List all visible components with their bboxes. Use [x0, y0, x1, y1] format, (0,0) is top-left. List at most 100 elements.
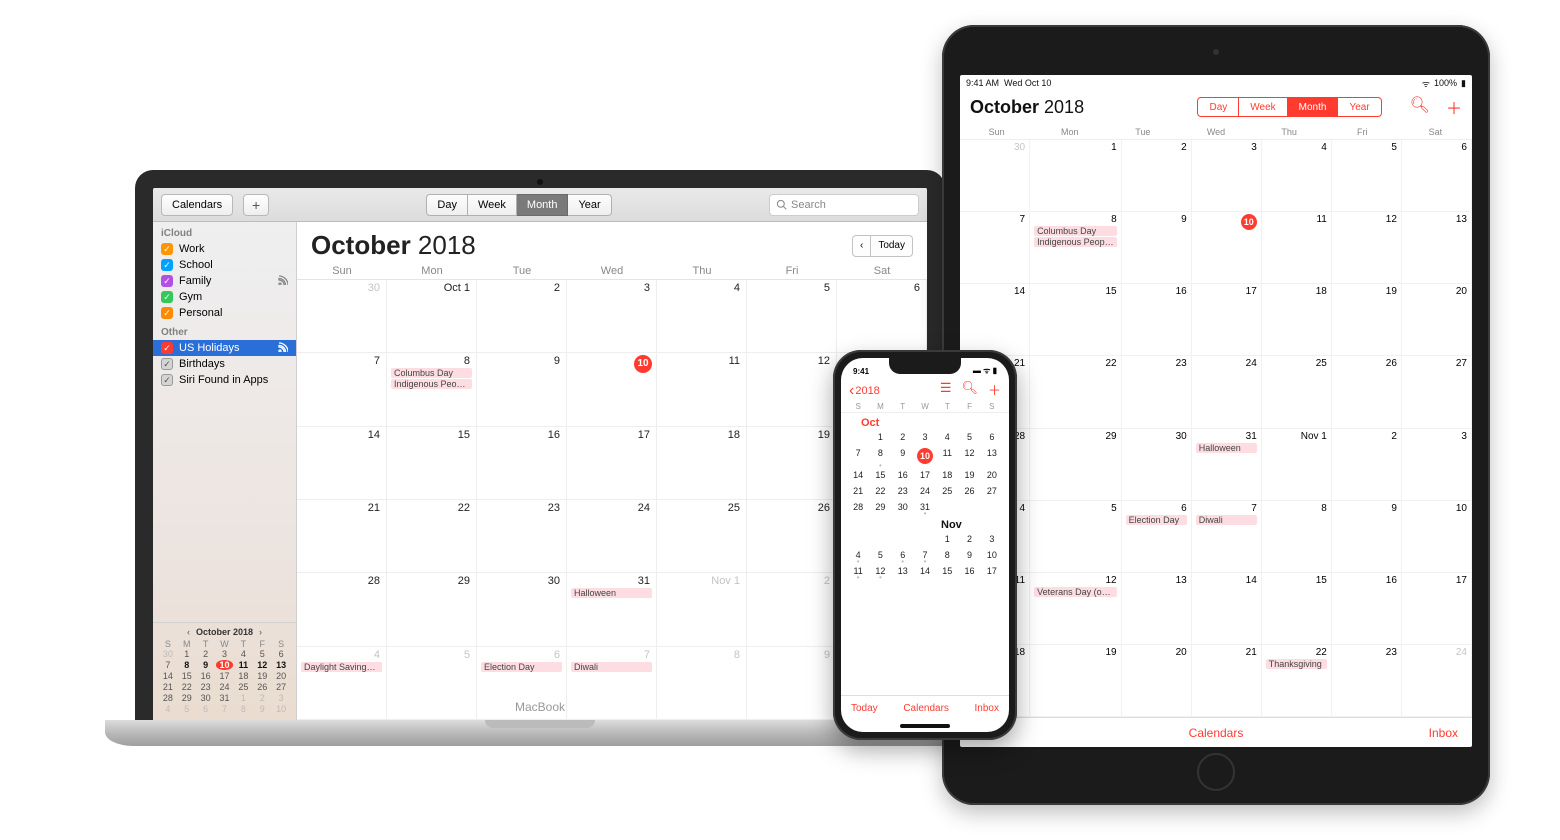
calendar-day[interactable]: 6 [1402, 140, 1472, 212]
calendar-day[interactable]: 28 [847, 499, 869, 515]
mini-day[interactable]: 27 [272, 682, 290, 692]
mini-day[interactable]: 6 [272, 649, 290, 659]
mini-day[interactable]: 20 [272, 671, 290, 681]
calendar-day[interactable]: 30 [960, 140, 1030, 212]
event-pill[interactable]: Columbus Day [391, 368, 472, 378]
mini-day[interactable]: 23 [197, 682, 215, 692]
calendar-day[interactable]: 26 [1332, 356, 1402, 428]
calendar-checkbox[interactable]: ✓ [161, 342, 173, 354]
calendar-day[interactable] [869, 531, 891, 547]
calendar-day[interactable]: 19 [1332, 284, 1402, 356]
mini-day[interactable]: 12 [253, 660, 271, 670]
calendar-day[interactable]: 24 [1192, 356, 1262, 428]
calendar-day[interactable]: 24 [1402, 645, 1472, 717]
calendar-day[interactable]: 12 [958, 445, 980, 467]
calendar-day[interactable]: 8 [657, 647, 747, 720]
add-calendar-button[interactable]: + [243, 194, 269, 216]
sidebar-item-personal[interactable]: ✓Personal [153, 305, 296, 321]
calendar-day[interactable]: 4Daylight Saving… [297, 647, 387, 720]
calendar-day[interactable]: 23 [1122, 356, 1192, 428]
mini-day[interactable]: 7 [159, 660, 177, 670]
calendar-day[interactable]: 9 [477, 353, 567, 426]
calendars-link[interactable]: Calendars [903, 703, 949, 714]
mini-day[interactable]: 4 [159, 704, 177, 714]
mini-day[interactable]: 29 [178, 693, 196, 703]
mini-day[interactable]: 3 [216, 649, 234, 659]
calendar-day[interactable]: 5 [387, 647, 477, 720]
calendar-day[interactable]: 23 [477, 500, 567, 573]
mini-day[interactable]: 11 [234, 660, 252, 670]
view-tab-year[interactable]: Year [568, 194, 611, 216]
calendar-day[interactable]: 9 [1122, 212, 1192, 284]
calendar-day[interactable]: 31Halloween [1192, 429, 1262, 501]
calendar-day[interactable]: 16 [1332, 573, 1402, 645]
prev-month-button[interactable]: ‹ [852, 235, 871, 257]
ipad-home-button[interactable] [1197, 753, 1235, 791]
calendar-day[interactable]: 17 [981, 563, 1003, 579]
mini-day[interactable]: 5 [253, 649, 271, 659]
calendar-day[interactable]: 10 [914, 445, 936, 467]
calendar-day[interactable]: 21 [847, 483, 869, 499]
mini-day[interactable]: 26 [253, 682, 271, 692]
search-input[interactable]: Search [769, 194, 919, 216]
mini-day[interactable]: 13 [272, 660, 290, 670]
today-link[interactable]: Today [851, 703, 878, 714]
calendar-day[interactable]: 21 [297, 500, 387, 573]
calendar-checkbox[interactable]: ✓ [161, 374, 173, 386]
calendars-link[interactable]: Calendars [1189, 726, 1244, 740]
mini-day[interactable]: 28 [159, 693, 177, 703]
calendar-day[interactable]: 17 [567, 427, 657, 500]
calendar-day[interactable]: 15 [936, 563, 958, 579]
mini-day[interactable]: 8 [178, 660, 196, 670]
calendar-day[interactable]: 20 [981, 467, 1003, 483]
calendar-day[interactable]: 8Columbus DayIndigenous Peo… [387, 353, 477, 426]
calendar-day[interactable]: 13 [892, 563, 914, 579]
calendar-day[interactable] [936, 499, 958, 515]
calendar-day[interactable]: 4 [936, 429, 958, 445]
calendar-checkbox[interactable]: ✓ [161, 307, 173, 319]
calendar-day[interactable]: 13 [1402, 212, 1472, 284]
calendar-day[interactable]: 4 [1262, 140, 1332, 212]
calendar-day[interactable]: 4 [657, 280, 747, 353]
event-pill[interactable]: Diwali [1196, 515, 1257, 525]
calendar-day[interactable]: 30 [297, 280, 387, 353]
calendar-day[interactable]: 25 [1262, 356, 1332, 428]
calendar-day[interactable]: 20 [1122, 645, 1192, 717]
sidebar-item-family[interactable]: ✓Family [153, 273, 296, 289]
calendar-checkbox[interactable]: ✓ [161, 275, 173, 287]
calendar-day[interactable]: 21 [1192, 645, 1262, 717]
calendar-day[interactable]: 7Diwali [567, 647, 657, 720]
calendar-day[interactable]: 10 [981, 547, 1003, 563]
calendar-day[interactable]: 18 [1262, 284, 1332, 356]
mini-day[interactable]: 21 [159, 682, 177, 692]
event-pill[interactable]: Halloween [1196, 443, 1257, 453]
calendar-day[interactable]: 14 [960, 284, 1030, 356]
calendar-day[interactable]: 13 [981, 445, 1003, 467]
calendar-day[interactable]: 12 [1332, 212, 1402, 284]
calendar-day[interactable]: 1 [869, 429, 891, 445]
calendar-day[interactable]: 5 [747, 280, 837, 353]
calendar-day[interactable]: 10 [1402, 501, 1472, 573]
calendar-day[interactable]: 22 [387, 500, 477, 573]
calendar-day[interactable]: 14 [297, 427, 387, 500]
mini-day[interactable]: 3 [272, 693, 290, 703]
calendar-day[interactable]: 15 [869, 467, 891, 483]
calendar-day[interactable]: 2 [747, 573, 837, 646]
calendar-day[interactable]: 9 [892, 445, 914, 467]
mini-day[interactable]: 24 [216, 682, 234, 692]
calendar-day[interactable]: 9 [747, 647, 837, 720]
view-tab-day[interactable]: Day [426, 194, 468, 216]
mini-day[interactable]: 2 [253, 693, 271, 703]
calendar-day[interactable]: 17 [914, 467, 936, 483]
calendar-day[interactable] [892, 531, 914, 547]
sidebar-item-us-holidays[interactable]: ✓US Holidays [153, 340, 296, 356]
calendar-day[interactable]: 30 [477, 573, 567, 646]
calendar-day[interactable]: 29 [387, 573, 477, 646]
calendar-day[interactable]: 18 [657, 427, 747, 500]
calendar-day[interactable]: 11 [847, 563, 869, 579]
sidebar-item-birthdays[interactable]: ✓Birthdays [153, 356, 296, 372]
calendar-day[interactable]: 19 [958, 467, 980, 483]
calendar-day[interactable]: 2 [958, 531, 980, 547]
mini-day[interactable]: 1 [234, 693, 252, 703]
calendar-day[interactable]: 30 [1122, 429, 1192, 501]
